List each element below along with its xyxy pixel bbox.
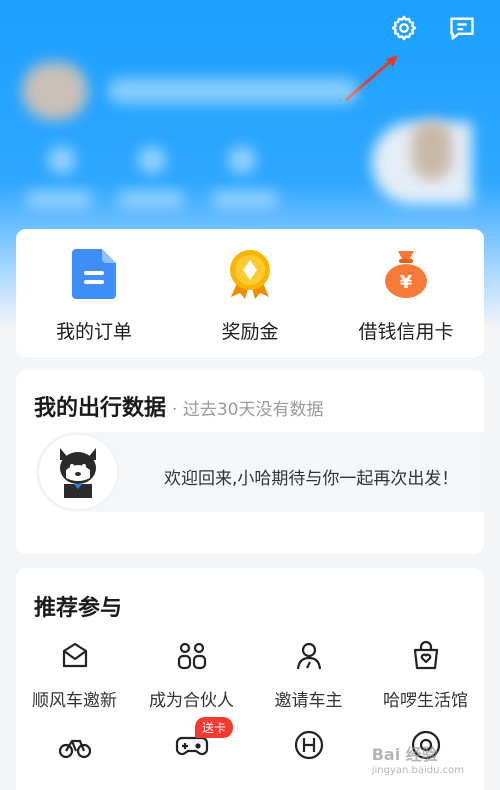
stat-icon bbox=[228, 146, 256, 174]
person-icon bbox=[293, 640, 325, 676]
stat-icon bbox=[48, 146, 76, 174]
avatar[interactable] bbox=[22, 62, 88, 120]
carpool-invite-label: 顺风车邀新 bbox=[32, 691, 117, 711]
hello-life-store-label: 哈啰生活馆 bbox=[383, 691, 468, 711]
my-orders-button[interactable]: 我的订单 bbox=[16, 229, 172, 357]
document-icon bbox=[72, 249, 116, 303]
message-icon[interactable] bbox=[446, 12, 478, 44]
hello-h-button[interactable] bbox=[250, 729, 367, 765]
become-partner-label: 成为合伙人 bbox=[149, 691, 234, 711]
medal-icon bbox=[227, 249, 273, 303]
gear-icon[interactable] bbox=[388, 12, 420, 44]
loan-credit-card-label: 借钱信用卡 bbox=[358, 321, 454, 343]
game-card-button[interactable]: 送卡 bbox=[133, 717, 250, 765]
loan-credit-card-button[interactable]: ¥ 借钱信用卡 bbox=[328, 229, 484, 357]
gift-card-badge: 送卡 bbox=[195, 717, 234, 738]
quick-actions-card: 我的订单 奖励金 ¥ 借钱信用卡 bbox=[16, 229, 484, 357]
stat-label bbox=[26, 190, 92, 208]
envelope-icon bbox=[59, 640, 91, 676]
stat-label bbox=[118, 190, 184, 208]
welcome-text: 欢迎回来,小哈期待与你一起再次出发！ bbox=[164, 469, 459, 489]
partner-icon bbox=[176, 640, 208, 676]
watermark: Bai 经验 jingyan.baidu.com bbox=[371, 745, 464, 776]
recommend-title: 推荐参与 bbox=[34, 596, 123, 621]
carpool-invite-button[interactable]: 顺风车邀新 bbox=[16, 640, 133, 711]
stat-icon bbox=[138, 146, 166, 174]
rewards-button[interactable]: 奖励金 bbox=[172, 229, 328, 357]
stat-label bbox=[212, 190, 278, 208]
svg-text:¥: ¥ bbox=[400, 272, 413, 293]
user-name bbox=[108, 78, 358, 104]
travel-data-subtitle: · 过去30天没有数据 bbox=[172, 400, 324, 420]
hello-h-icon bbox=[293, 729, 325, 765]
invite-driver-label: 邀请车主 bbox=[274, 691, 343, 711]
money-bag-icon: ¥ bbox=[383, 249, 429, 303]
bicycle-icon bbox=[58, 729, 92, 765]
hello-life-store-button[interactable]: 哈啰生活馆 bbox=[367, 640, 484, 711]
become-partner-button[interactable]: 成为合伙人 bbox=[133, 640, 250, 711]
bike-service-button[interactable] bbox=[16, 729, 133, 765]
shopping-bag-icon bbox=[410, 640, 442, 676]
recommend-card: 推荐参与 顺风车邀新 成为合伙人 邀请车主 哈啰生活馆 送卡 Bai 经验 ji… bbox=[16, 568, 484, 790]
husky-mascot-icon bbox=[38, 434, 118, 510]
invite-driver-button[interactable]: 邀请车主 bbox=[250, 640, 367, 711]
promo-image bbox=[412, 120, 452, 180]
rewards-label: 奖励金 bbox=[221, 321, 279, 343]
my-orders-label: 我的订单 bbox=[55, 321, 132, 343]
travel-data-title: 我的出行数据 bbox=[34, 396, 167, 421]
travel-data-card[interactable]: 我的出行数据 · 过去30天没有数据 欢迎回来,小哈期待与你一起再次出发！ bbox=[16, 370, 484, 554]
